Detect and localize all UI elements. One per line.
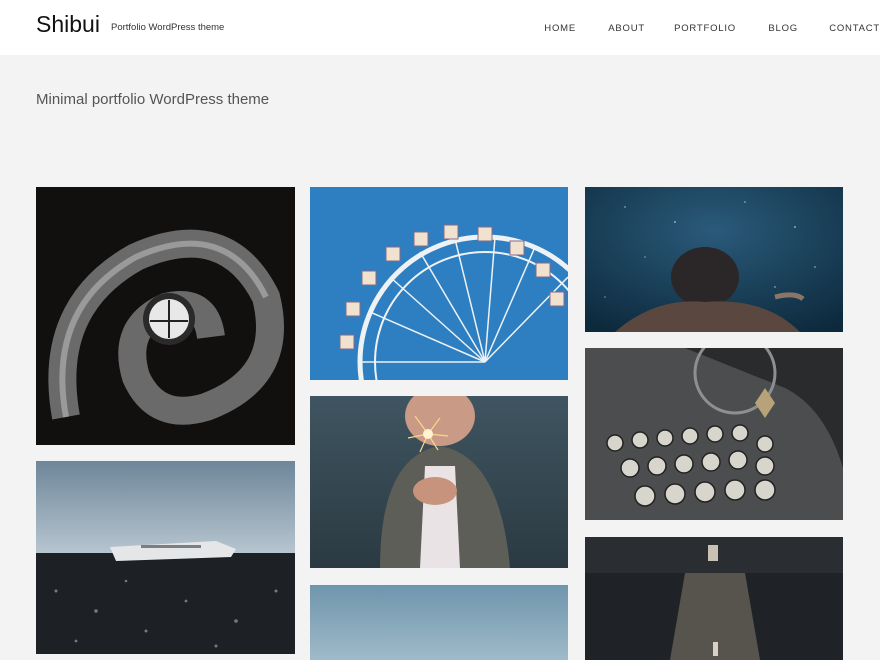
sparkler-image — [310, 396, 568, 568]
seascape-image — [310, 585, 568, 660]
portfolio-item-plane-wreck[interactable] — [36, 461, 295, 654]
portfolio-item-spiral-staircase[interactable] — [36, 187, 295, 445]
nav-about[interactable]: ABOUT — [608, 23, 645, 34]
ferris-wheel-image — [310, 187, 568, 380]
spiral-staircase-image — [36, 187, 295, 445]
underwater-swimmer-image — [585, 187, 843, 332]
site-tagline: Portfolio WordPress theme — [111, 22, 225, 33]
nav-contact[interactable]: CONTACT — [829, 23, 880, 34]
portfolio-item-sparkler[interactable] — [310, 396, 568, 568]
site-header: Shibui Portfolio WordPress theme HOME AB… — [0, 0, 880, 55]
hero-text: Minimal portfolio WordPress theme — [36, 91, 270, 108]
portfolio-item-alley-light[interactable] — [585, 537, 843, 660]
typewriter-image — [585, 348, 843, 520]
nav-home[interactable]: HOME — [544, 23, 576, 34]
portfolio-item-underwater-swimmer[interactable] — [585, 187, 843, 332]
site-title[interactable]: Shibui — [36, 11, 100, 38]
portfolio-item-ferris-wheel[interactable] — [310, 187, 568, 380]
nav-portfolio[interactable]: PORTFOLIO — [674, 23, 736, 34]
alley-light-image — [585, 537, 843, 660]
nav-blog[interactable]: BLOG — [768, 23, 798, 34]
portfolio-item-typewriter[interactable] — [585, 348, 843, 520]
plane-wreck-image — [36, 461, 295, 654]
portfolio-item-seascape[interactable] — [310, 585, 568, 660]
